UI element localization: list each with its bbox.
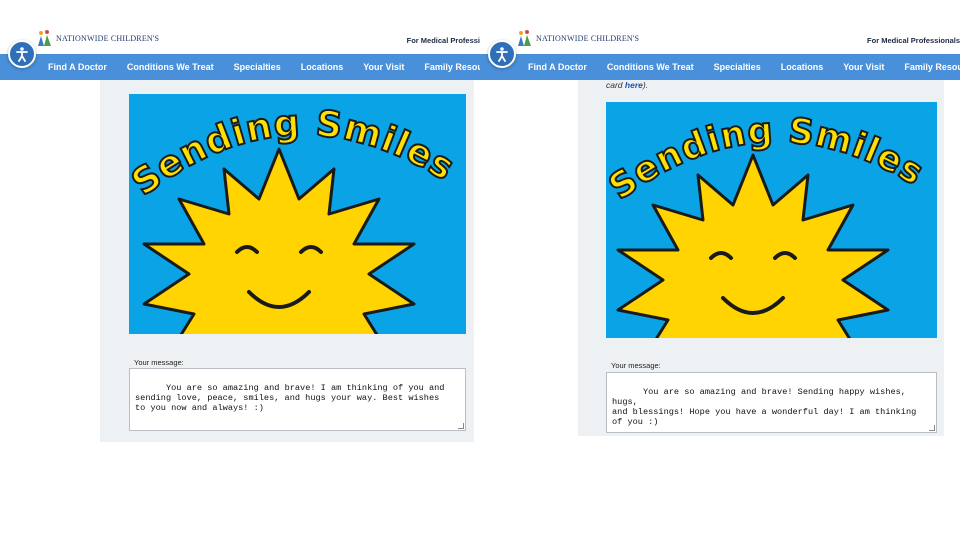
nav-locations[interactable]: Locations <box>781 62 824 72</box>
medical-professionals-link[interactable]: For Medical Professi <box>407 36 480 45</box>
message-label: Your message: <box>134 358 184 367</box>
site-header: NATIONWIDE CHILDREN'S For Medical Profes… <box>480 0 960 54</box>
accessibility-icon <box>496 47 508 62</box>
hint-suffix: ). <box>642 80 649 90</box>
medical-professionals-link[interactable]: For Medical Professionals <box>867 36 960 45</box>
sun-illustration: Sending Smiles! <box>606 102 931 338</box>
nav-your-visit[interactable]: Your Visit <box>843 62 884 72</box>
logo-text: NATIONWIDE CHILDREN'S <box>56 33 160 43</box>
nav-family-resources[interactable]: Family Resource <box>424 62 480 72</box>
nav-your-visit[interactable]: Your Visit <box>363 62 404 72</box>
message-textarea[interactable]: You are so amazing and brave! Sending ha… <box>606 372 937 433</box>
nav-find-a-doctor[interactable]: Find A Doctor <box>528 62 587 72</box>
nav-specialties[interactable]: Specialties <box>714 62 761 72</box>
message-text: You are so amazing and brave! Sending ha… <box>612 387 917 427</box>
ecard-panel: card here). Sending Smiles! Your message… <box>578 80 944 436</box>
hint-prefix: card <box>606 80 625 90</box>
card-hint-text: card here). <box>606 80 648 90</box>
logo-figures-icon <box>38 30 51 46</box>
right-browser-pane: NATIONWIDE CHILDREN'S For Medical Profes… <box>480 0 960 540</box>
accessibility-button[interactable] <box>488 40 516 68</box>
sending-smiles-card-image[interactable]: Sending Smiles! <box>129 94 466 334</box>
message-label: Your message: <box>611 361 661 370</box>
hint-here-link[interactable]: here <box>625 80 643 90</box>
site-logo[interactable]: NATIONWIDE CHILDREN'S <box>36 28 159 48</box>
logo-text: NATIONWIDE CHILDREN'S <box>536 33 640 43</box>
nav-conditions-we-treat[interactable]: Conditions We Treat <box>607 62 694 72</box>
accessibility-icon <box>16 47 28 62</box>
left-browser-pane: NATIONWIDE CHILDREN'S For Medical Profes… <box>0 0 480 540</box>
site-logo[interactable]: NATIONWIDE CHILDREN'S <box>516 28 639 48</box>
ecard-panel: Sending Smiles! Your message: You are so… <box>100 80 474 442</box>
nav-locations[interactable]: Locations <box>301 62 344 72</box>
main-nav: Find A Doctor Conditions We Treat Specia… <box>480 54 960 80</box>
resize-handle[interactable] <box>929 425 935 431</box>
resize-handle[interactable] <box>458 423 464 429</box>
site-header: NATIONWIDE CHILDREN'S For Medical Profes… <box>0 0 480 54</box>
nav-find-a-doctor[interactable]: Find A Doctor <box>48 62 107 72</box>
message-text: You are so amazing and brave! I am think… <box>135 383 445 413</box>
accessibility-button[interactable] <box>8 40 36 68</box>
sending-smiles-card-image[interactable]: Sending Smiles! <box>606 102 937 338</box>
nav-family-resources[interactable]: Family Resources <box>904 62 960 72</box>
main-nav: Find A Doctor Conditions We Treat Specia… <box>0 54 480 80</box>
sun-illustration: Sending Smiles! <box>129 94 462 334</box>
message-textarea[interactable]: You are so amazing and brave! I am think… <box>129 368 466 431</box>
nav-conditions-we-treat[interactable]: Conditions We Treat <box>127 62 214 72</box>
nav-specialties[interactable]: Specialties <box>234 62 281 72</box>
logo-figures-icon <box>518 30 531 46</box>
